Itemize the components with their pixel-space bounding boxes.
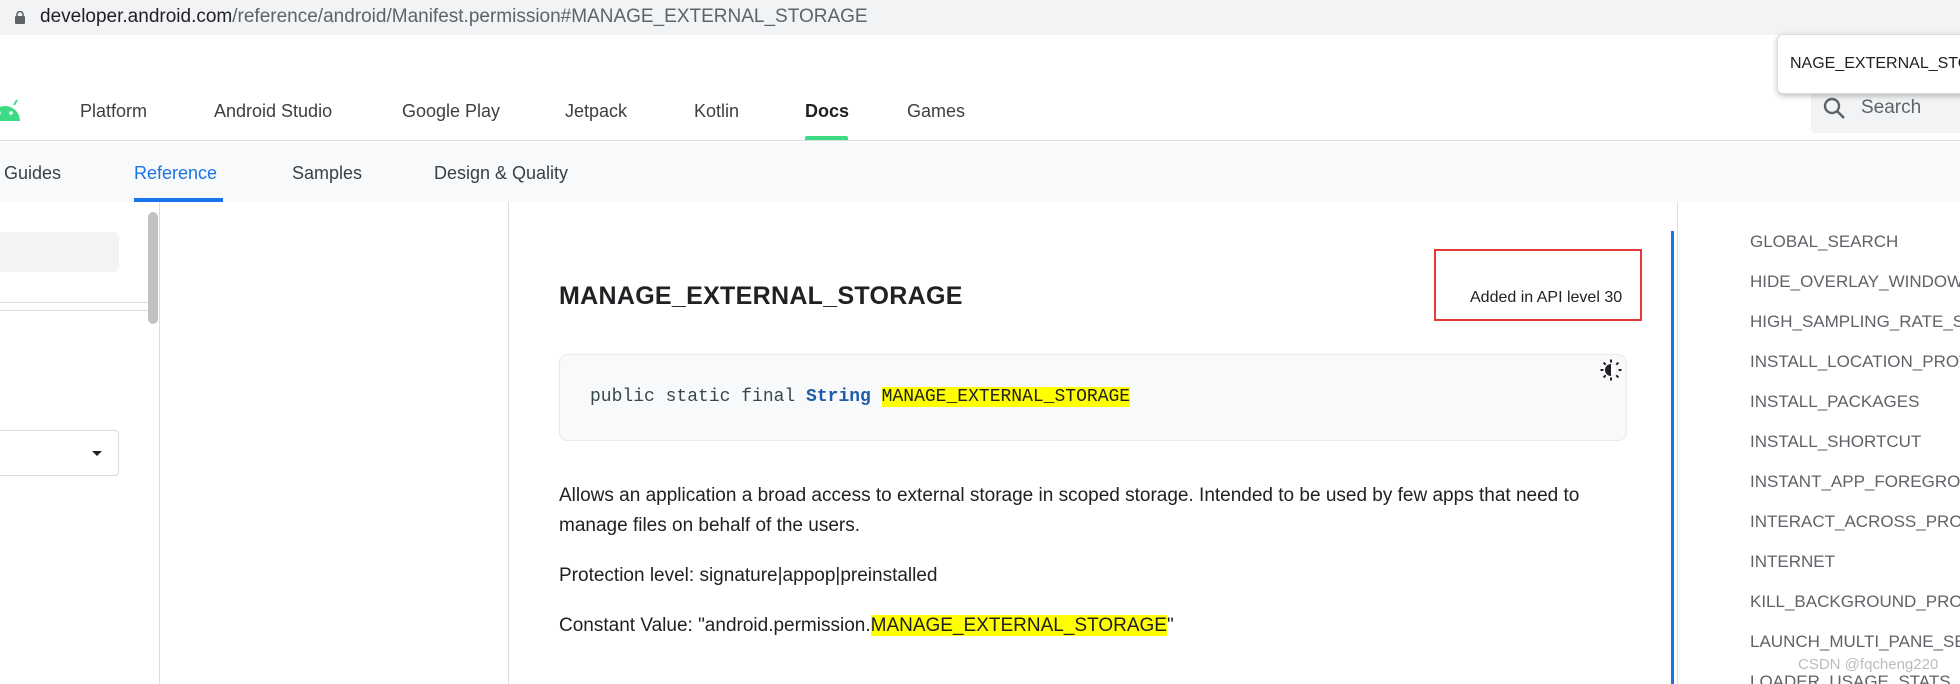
toc-item[interactable]: HIGH_SAMPLING_RATE_SE (1750, 310, 1960, 350)
code-modifiers: public static final (590, 387, 796, 407)
sidebar-scrollbar[interactable] (148, 212, 158, 324)
toc-item[interactable]: INTERACT_ACROSS_PROFI (1750, 510, 1960, 550)
search-icon (1823, 97, 1845, 119)
toc-item[interactable]: GLOBAL_SEARCH (1750, 230, 1960, 270)
api-level-select[interactable] (0, 430, 119, 476)
toc-item[interactable]: INSTANT_APP_FOREGROU (1750, 470, 1960, 510)
toc-item[interactable]: HIDE_OVERLAY_WINDOWS (1750, 270, 1960, 310)
code-signature: public static final String MANAGE_EXTERN… (590, 385, 1131, 409)
dropdown-caret-icon (92, 451, 102, 456)
constant-value-text: Constant Value: "android.permission.MANA… (559, 611, 1174, 641)
description-text: Allows an application a broad access to … (559, 485, 1580, 536)
browser-address-bar[interactable]: developer.android.com/reference/android/… (0, 0, 1960, 35)
protection-level-text: Protection level: signature|appop|preins… (559, 565, 938, 586)
toc-item[interactable]: INSTALL_PACKAGES (1750, 390, 1960, 430)
sidebar-divider (0, 302, 150, 303)
toc-item[interactable]: INSTALL_SHORTCUT (1750, 430, 1960, 470)
toc-active-indicator (1671, 231, 1674, 684)
tab-reference[interactable]: Reference (134, 161, 217, 185)
nav-item-platform[interactable]: Platform (80, 99, 147, 123)
nav-item-kotlin[interactable]: Kotlin (694, 99, 739, 123)
code-type-link[interactable]: String (806, 387, 871, 407)
api-level-annotation-box (1434, 249, 1642, 321)
theme-toggle-icon[interactable] (1600, 359, 1622, 381)
tab-design-quality[interactable]: Design & Quality (434, 161, 568, 185)
url-text[interactable]: developer.android.com/reference/android/… (40, 5, 868, 29)
search-placeholder: Search (1861, 97, 1922, 118)
content-divider (508, 202, 509, 684)
code-constant-name: MANAGE_EXTERNAL_STORAGE (881, 387, 1131, 407)
table-of-contents: GLOBAL_SEARCH HIDE_OVERLAY_WINDOWS HIGH_… (1750, 230, 1960, 684)
url-host: developer.android.com (40, 6, 233, 27)
constant-name-highlight: MANAGE_EXTERNAL_STORAGE (870, 615, 1167, 636)
nav-item-games[interactable]: Games (907, 99, 965, 123)
nav-item-android-studio[interactable]: Android Studio (214, 99, 332, 123)
lock-icon (15, 11, 25, 24)
constant-prefix: Constant Value: "android.permission. (559, 615, 871, 636)
toc-item[interactable]: INSTALL_LOCATION_PROV (1750, 350, 1960, 390)
tab-samples[interactable]: Samples (292, 161, 362, 185)
active-nav-indicator (805, 136, 848, 140)
toc-item[interactable]: INTERNET (1750, 550, 1960, 590)
page-title: MANAGE_EXTERNAL_STORAGE (559, 282, 963, 310)
code-block: public static final String MANAGE_EXTERN… (559, 354, 1627, 441)
nav-item-docs[interactable]: Docs (805, 99, 849, 123)
find-query-text[interactable]: NAGE_EXTERNAL_STO (1790, 55, 1960, 73)
tab-guides[interactable]: Guides (4, 161, 61, 185)
sidebar-filter-box[interactable] (0, 232, 119, 272)
left-sidebar (0, 202, 160, 684)
sidebar-divider (0, 310, 150, 311)
toc-item[interactable]: KILL_BACKGROUND_PROC (1750, 590, 1960, 630)
android-logo-icon[interactable] (0, 99, 22, 121)
nav-item-jetpack[interactable]: Jetpack (565, 99, 627, 123)
nav-item-google-play[interactable]: Google Play (402, 99, 500, 123)
top-navigation: Platform Android Studio Google Play Jetp… (0, 81, 1960, 141)
url-path: /reference/android/Manifest.permission#M… (232, 6, 868, 27)
section-tabs: Guides Reference Samples Design & Qualit… (0, 142, 1960, 202)
watermark-text: CSDN @fqcheng220 (1798, 656, 1939, 673)
toc-divider (1677, 202, 1678, 684)
find-in-page-popup[interactable]: NAGE_EXTERNAL_STO (1777, 34, 1960, 94)
constant-suffix: " (1166, 615, 1174, 636)
api-level-label[interactable]: Added in API level 30 (1470, 289, 1622, 307)
